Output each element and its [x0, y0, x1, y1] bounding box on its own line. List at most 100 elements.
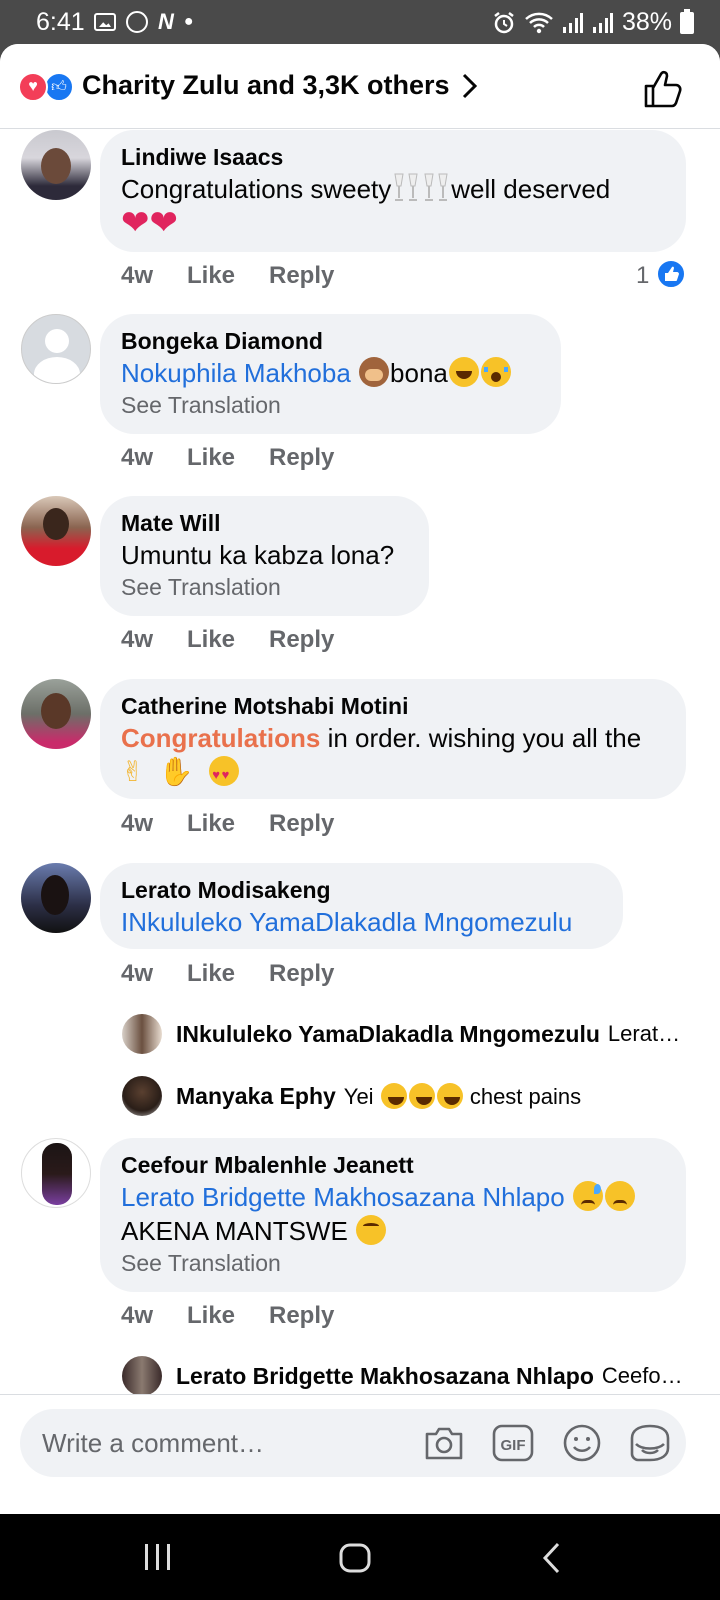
reply-text: Yei chest pains [344, 1082, 581, 1110]
reply-preview[interactable]: Lerato Bridgette Makhosazana Nhlapo Ceef… [122, 1354, 692, 1398]
like-button[interactable]: Like [187, 444, 269, 472]
rolling-laughing-icon [448, 357, 479, 387]
comment-bubble-ceefour[interactable]: Ceefour Mbalenhle Jeanett Lerato Bridget… [100, 1138, 686, 1292]
battery-percent: 38% [621, 8, 672, 36]
avatar-manyaka[interactable] [122, 1076, 162, 1116]
like-button[interactable]: Like [187, 1302, 269, 1330]
reply-button[interactable]: Reply [269, 626, 334, 654]
see-translation-link[interactable]: See Translation [121, 1248, 666, 1278]
emoji-icon[interactable] [560, 1422, 604, 1464]
champagne-glass-icon [394, 173, 418, 201]
system-icons: 38% [492, 8, 694, 37]
like-button[interactable]: Like [187, 626, 269, 654]
comment-bubble-bongeka[interactable]: Bongeka Diamond Nokuphila Makhoba bona S… [100, 314, 561, 434]
rolling-laughing-icon [380, 1082, 407, 1109]
chevron-right-icon[interactable] [455, 72, 483, 100]
like-button[interactable]: Like [187, 960, 269, 988]
comment-actions: 4w Like Reply [121, 960, 334, 988]
camera-icon[interactable] [422, 1422, 466, 1464]
comment-bubble-lindiwe[interactable]: Lindiwe Isaacs Congratulations sweety wel… [100, 130, 686, 252]
whatsapp-notification-icon [126, 11, 148, 33]
like-button[interactable]: Like [187, 262, 269, 290]
status-bar: 6:41 N ● 38% [0, 0, 720, 46]
alarm-icon [494, 11, 514, 33]
rolling-laughing-icon [436, 1082, 463, 1109]
app-notification-icon: N [158, 9, 174, 34]
reply-author[interactable]: Manyaka Ephy [176, 1083, 336, 1110]
thumbs-up-icon[interactable] [640, 66, 686, 112]
reply-button[interactable]: Reply [269, 262, 334, 290]
reply-button[interactable]: Reply [269, 1302, 334, 1330]
mention-link[interactable]: Lerato Bridgette Makhosazana Nhlapo [121, 1182, 565, 1212]
comment-time: 4w [121, 262, 154, 289]
downcast-sweat-icon [572, 1181, 603, 1211]
comment-text-part: bona [390, 358, 448, 388]
back-icon[interactable] [540, 1542, 564, 1574]
reply-button[interactable]: Reply [269, 810, 334, 838]
avatar-catherine[interactable] [21, 679, 91, 749]
comment-author[interactable]: Bongeka Diamond [121, 326, 541, 356]
gif-label: GIF [501, 1437, 526, 1454]
avatar-lerato-nhlapo[interactable] [122, 1356, 162, 1396]
avatar-inkululeko[interactable] [122, 1014, 162, 1054]
reactions-header[interactable]: 👍︎ ♥ Charity Zulu and 3,3K others [0, 44, 720, 129]
gif-icon[interactable]: GIF [491, 1422, 535, 1464]
reactors-summary[interactable]: Charity Zulu and 3,3K others [82, 70, 450, 101]
thumbs-up-emoji-icon: ✋ [158, 756, 194, 787]
reply-preview[interactable]: INkululeko YamaDlakadla Mngomezulu Lerat… [122, 1012, 692, 1056]
sticker-icon[interactable] [628, 1422, 672, 1464]
comments-sheet: 👍︎ ♥ Charity Zulu and 3,3K others Lindiw… [0, 44, 720, 1514]
comment-composer: Write a comment… GIF [0, 1394, 720, 1514]
recents-icon[interactable] [142, 1542, 174, 1572]
champagne-glass-icon [424, 173, 448, 201]
ok-hand-icon: ✌ [121, 756, 145, 787]
comment-text-part: Congratulations sweety [121, 174, 392, 204]
status-time: 6:41 [36, 8, 85, 36]
comment-text-part: in order. wishing you all the [327, 723, 642, 753]
red-heart-icon: ❤ [149, 204, 179, 242]
avatar-lerato-modisakeng[interactable] [21, 863, 91, 933]
see-translation-link[interactable]: See Translation [121, 390, 541, 420]
comment-text-part: AKENA MANTSWE [121, 1216, 348, 1246]
comment-author[interactable]: Lerato Modisakeng [121, 875, 603, 905]
like-reaction-icon: 👍︎ [44, 72, 74, 102]
see-translation-link[interactable]: See Translation [121, 572, 409, 602]
comment-author[interactable]: Catherine Motshabi Motini [121, 691, 666, 721]
reply-author[interactable]: INkululeko YamaDlakadla Mngomezulu [176, 1021, 600, 1048]
comment-author[interactable]: Ceefour Mbalenhle Jeanett [121, 1150, 666, 1180]
mention-link[interactable]: Nokuphila Makhoba [121, 358, 351, 388]
reply-button[interactable]: Reply [269, 960, 334, 988]
home-icon[interactable] [338, 1542, 372, 1574]
comment-bubble-lerato-modisakeng[interactable]: Lerato Modisakeng INkululeko YamaDlakadl… [100, 863, 623, 949]
comment-input-placeholder[interactable]: Write a comment… [42, 1428, 264, 1459]
comment-input[interactable]: Write a comment… GIF [20, 1409, 686, 1477]
mention-link[interactable]: INkululeko YamaDlakadla Mngomezulu [121, 907, 572, 937]
comment-text: Umuntu ka kabza lona? [121, 540, 395, 570]
avatar-lindiwe[interactable] [21, 130, 91, 200]
heart-eyes-icon [209, 756, 240, 792]
comment-actions: 4w Like Reply [121, 1302, 334, 1330]
comment-bubble-mate-will[interactable]: Mate Will Umuntu ka kabza lona? See Tran… [100, 496, 429, 616]
comment-text: Congratulations sweety well deserved ❤❤ [121, 172, 666, 242]
loudly-crying-icon [480, 357, 511, 387]
like-button[interactable]: Like [187, 810, 269, 838]
reply-preview[interactable]: Manyaka Ephy Yei chest pains [122, 1074, 692, 1118]
comment-actions: 4w Like Reply [121, 810, 334, 838]
highlighted-word[interactable]: Congratulations [121, 723, 320, 753]
gallery-notification-icon [94, 13, 116, 31]
comment-author[interactable]: Mate Will [121, 508, 409, 538]
reply-author[interactable]: Lerato Bridgette Makhosazana Nhlapo [176, 1363, 594, 1390]
love-reaction-icon: ♥ [18, 72, 48, 102]
avatar-bongeka[interactable] [21, 314, 91, 384]
comment-time: 4w [121, 810, 154, 837]
comment-actions: 4w Like Reply [121, 262, 334, 290]
avatar-ceefour[interactable] [21, 1138, 91, 1208]
rolling-laughing-icon [408, 1082, 435, 1109]
comment-like-count[interactable]: 1 [636, 262, 649, 290]
reply-button[interactable]: Reply [269, 444, 334, 472]
avatar-mate-will[interactable] [21, 496, 91, 566]
signal-2-icon [592, 12, 613, 33]
comment-bubble-catherine[interactable]: Catherine Motshabi Motini Congratulation… [100, 679, 686, 799]
comment-author[interactable]: Lindiwe Isaacs [121, 142, 666, 172]
comment-time: 4w [121, 960, 154, 987]
